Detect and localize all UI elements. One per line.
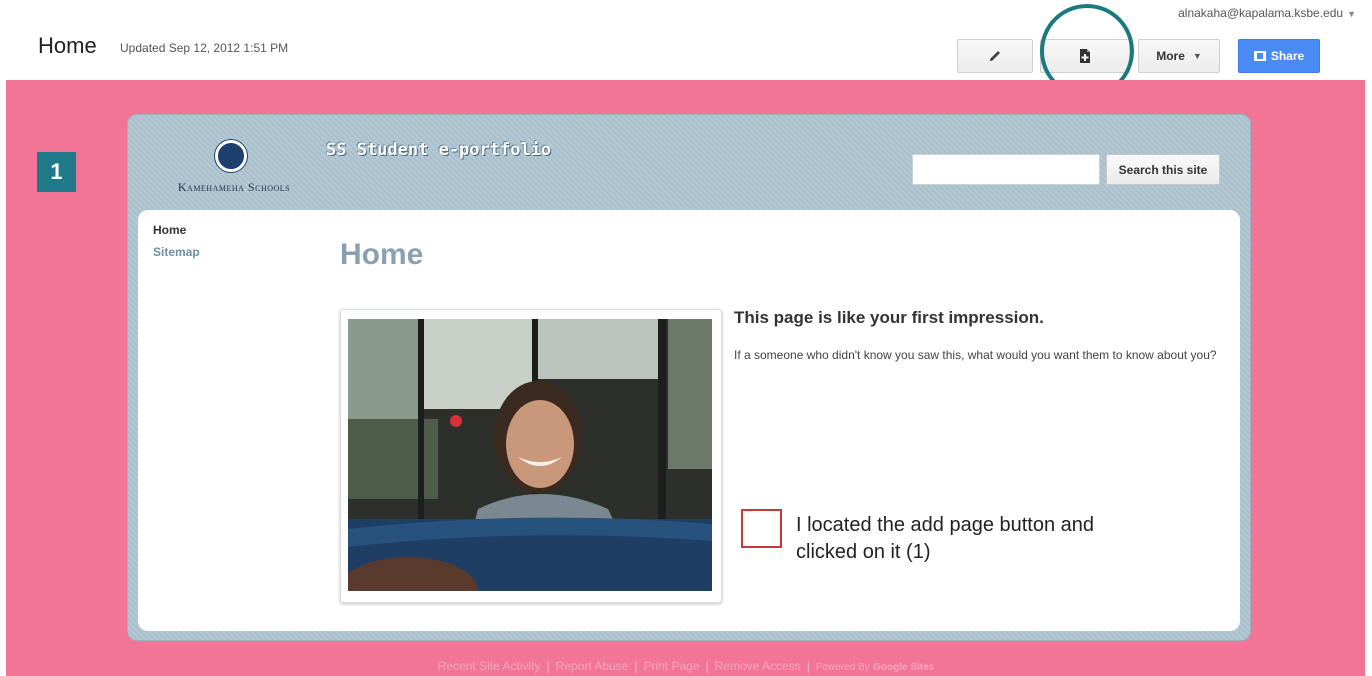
site-title[interactable]: SS Student e-portfolio [326, 140, 551, 160]
footer-separator: | [806, 659, 810, 673]
footer-link-remove-access[interactable]: Remove Access [715, 659, 801, 673]
pencil-icon [990, 51, 1000, 61]
footer-separator: | [705, 659, 709, 673]
school-seal-icon [215, 140, 247, 172]
impression-heading: This page is like your first impression. [734, 308, 1044, 327]
task-checkbox[interactable] [741, 509, 782, 548]
portrait-photo [348, 319, 712, 591]
footer-link-recent-activity[interactable]: Recent Site Activity [438, 659, 541, 673]
edit-page-button[interactable] [957, 39, 1033, 73]
footer-google-sites-link[interactable]: Google Sites [873, 662, 934, 673]
footer-separator: | [634, 659, 638, 673]
search-button[interactable]: Search this site [1106, 154, 1220, 185]
footer-link-print-page[interactable]: Print Page [643, 659, 699, 673]
school-name: Kamehameha Schools [177, 180, 291, 194]
footer-link-report-abuse[interactable]: Report Abuse [556, 659, 629, 673]
site-logo[interactable]: Kamehameha Schools [151, 140, 317, 212]
page-title: Home [38, 33, 97, 58]
share-icon [1253, 51, 1266, 61]
account-menu[interactable]: alnakaha@kapalama.ksbe.edu ▼ [1178, 6, 1356, 20]
prompt-text: If a someone who didn't know you saw thi… [734, 348, 1217, 362]
main-heading: Home [340, 238, 424, 271]
search-input[interactable] [912, 154, 1100, 185]
more-button[interactable]: More ▼ [1138, 39, 1220, 73]
footer-separator: | [546, 659, 550, 673]
share-button[interactable]: Share [1238, 39, 1320, 73]
footer-powered-by: Powered By [815, 662, 870, 673]
more-label: More [1156, 49, 1185, 63]
updated-timestamp: Updated Sep 12, 2012 1:51 PM [120, 41, 289, 55]
nav-item-home[interactable]: Home [153, 223, 186, 237]
nav-item-sitemap[interactable]: Sitemap [153, 245, 200, 259]
chevron-down-icon: ▼ [1192, 51, 1202, 61]
step-badge: 1 [37, 152, 76, 192]
footer: Recent Site Activity | Report Abuse | Print … [0, 659, 1372, 673]
task-checkbox-label: I located the add page button and clicke… [796, 514, 1095, 563]
top-bar: Home Updated Sep 12, 2012 1:51 PM alnaka… [0, 0, 1372, 80]
share-label: Share [1270, 49, 1305, 63]
chevron-down-icon: ▼ [1347, 9, 1356, 19]
account-email: alnakaha@kapalama.ksbe.edu [1178, 6, 1344, 20]
